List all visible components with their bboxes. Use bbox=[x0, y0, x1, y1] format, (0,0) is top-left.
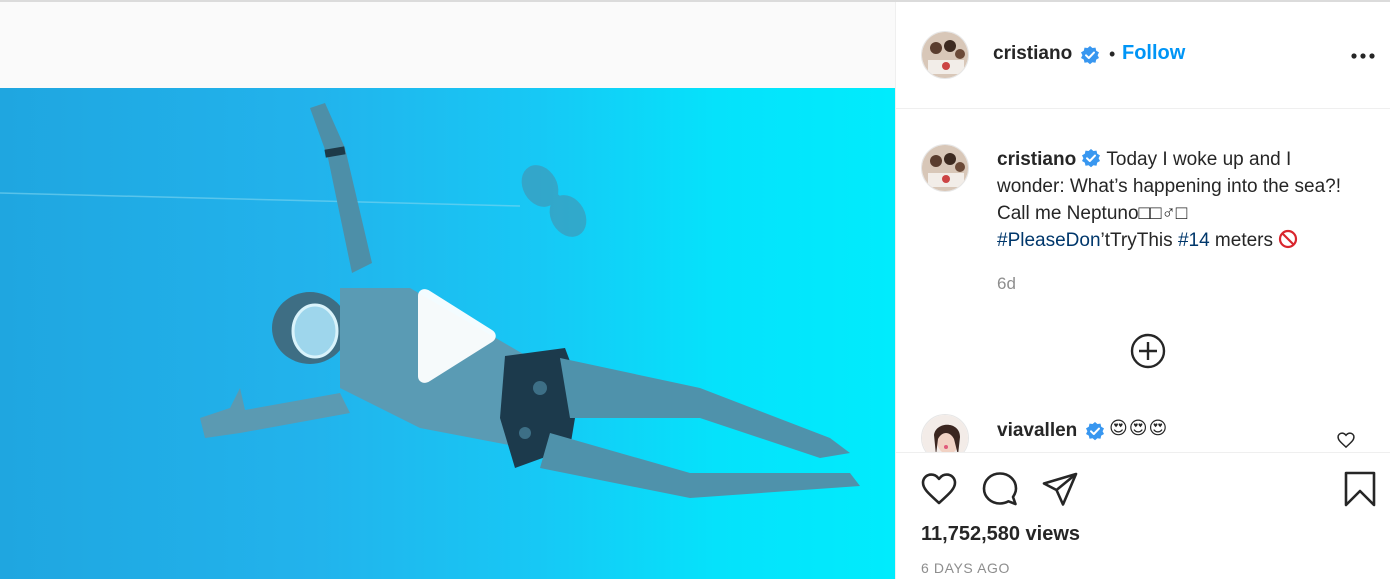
verified-badge-icon bbox=[1082, 149, 1101, 168]
no-entry-icon bbox=[1279, 229, 1298, 249]
commenter-avatar[interactable] bbox=[921, 414, 969, 452]
caption-author-avatar[interactable] bbox=[921, 144, 969, 192]
post-actions: 11,752,580 views 6 DAYS AGO bbox=[896, 452, 1390, 579]
comment-text: 😍😍😍 bbox=[1109, 418, 1169, 438]
author-username[interactable]: cristiano bbox=[993, 43, 1072, 65]
verified-badge-icon bbox=[1086, 422, 1104, 441]
follow-button[interactable]: Follow bbox=[1122, 42, 1185, 65]
load-more-comments-icon[interactable] bbox=[1129, 332, 1167, 370]
hashtag-link[interactable]: #PleaseDon bbox=[997, 230, 1101, 251]
verified-badge-icon bbox=[1081, 46, 1099, 65]
more-options-icon[interactable] bbox=[1349, 46, 1377, 66]
video-player[interactable] bbox=[0, 88, 895, 579]
heart-icon[interactable] bbox=[919, 469, 959, 509]
post-timestamp: 6 DAYS AGO bbox=[921, 560, 1010, 576]
caption-text-part: meters bbox=[1214, 230, 1273, 251]
caption-relative-time: 6d bbox=[997, 274, 1016, 293]
commenter-username[interactable]: viavallen bbox=[997, 420, 1077, 442]
media-area bbox=[0, 2, 895, 579]
separator-dot: • bbox=[1109, 44, 1116, 64]
post-side-panel: cristiano • Follow cristiano Today I wok… bbox=[895, 2, 1390, 579]
comment-like-heart-icon[interactable] bbox=[1336, 430, 1356, 450]
caption-text-part: ’tTryThis bbox=[1100, 230, 1173, 251]
bookmark-icon[interactable] bbox=[1340, 469, 1380, 509]
play-icon[interactable] bbox=[404, 288, 500, 384]
post-header: cristiano • Follow bbox=[896, 2, 1390, 109]
comments-section[interactable]: cristiano Today I woke up and I wonder: … bbox=[896, 110, 1390, 452]
caption-author-username[interactable]: cristiano bbox=[997, 149, 1076, 170]
views-count[interactable]: 11,752,580 views bbox=[921, 523, 1080, 546]
post-caption: cristiano Today I woke up and I wonder: … bbox=[997, 146, 1357, 254]
comment-icon[interactable] bbox=[980, 469, 1020, 509]
hashtag-link[interactable]: #14 bbox=[1178, 230, 1210, 251]
author-avatar[interactable] bbox=[921, 31, 969, 79]
share-icon[interactable] bbox=[1040, 469, 1080, 509]
